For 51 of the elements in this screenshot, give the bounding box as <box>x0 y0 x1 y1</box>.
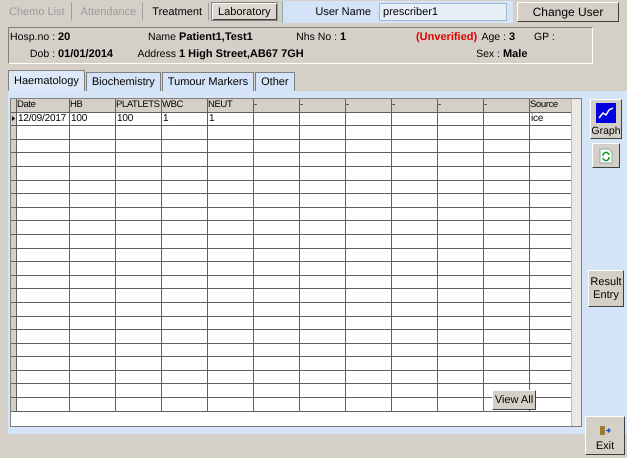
row-header[interactable] <box>11 112 17 126</box>
view-all-button[interactable]: View All <box>492 390 536 410</box>
hosp-no-value: 20 <box>57 31 72 43</box>
column-header: HB <box>70 99 116 112</box>
refresh-icon <box>599 148 613 164</box>
nhs-no-value: 1 <box>339 31 348 43</box>
sex-label: Sex : <box>475 48 500 60</box>
table-cell: 100 <box>70 112 116 126</box>
result-tab[interactable]: Biochemistry <box>86 72 161 91</box>
table-cell: 1 <box>162 112 208 126</box>
hosp-no-label: Hosp.no : <box>9 31 55 43</box>
verification-status: (Unverified) <box>415 31 478 43</box>
result-tab[interactable]: Tumour Markers <box>162 72 254 91</box>
graph-button[interactable]: Graph <box>590 99 622 139</box>
table-cell: 1 <box>208 112 254 126</box>
dob-label: Dob : <box>28 48 55 60</box>
age-value: 3 <box>508 31 516 43</box>
address-value: 1 High Street,AB67 7GH <box>178 48 305 60</box>
address-label: Address <box>136 48 176 60</box>
nhs-no-label: Nhs No : <box>295 31 337 43</box>
column-header: - <box>300 99 346 112</box>
change-user-button[interactable]: Change User <box>517 2 619 22</box>
sex-value: Male <box>502 48 528 60</box>
column-header: - <box>438 99 484 112</box>
column-header: Date <box>17 99 70 112</box>
user-name-field[interactable]: prescriber1 <box>379 3 507 21</box>
patient-name: Patient1,Test1 <box>178 31 254 43</box>
result-entry-button[interactable]: Result Entry <box>588 270 624 307</box>
vertical-scrollbar[interactable] <box>571 99 581 426</box>
column-header: NEUT <box>208 99 254 112</box>
name-label: Name <box>146 31 176 43</box>
column-header: WBC <box>162 99 208 112</box>
column-header: - <box>484 99 530 112</box>
line-chart-icon <box>596 103 616 123</box>
column-header: Source <box>530 99 574 112</box>
gp-label: GP : <box>533 31 556 43</box>
age-label: Age : <box>480 31 506 43</box>
column-header: - <box>392 99 438 112</box>
table-cell: 12/09/2017 <box>17 112 70 126</box>
dob-value: 01/01/2014 <box>57 48 114 60</box>
column-header: - <box>254 99 300 112</box>
result-tab[interactable]: Other <box>255 72 295 91</box>
user-name-label: User Name <box>315 6 371 18</box>
exit-door-icon <box>599 425 611 436</box>
exit-button[interactable]: Exit <box>585 416 625 455</box>
refresh-button[interactable] <box>592 143 620 168</box>
column-header: PLATLETS <box>116 99 162 112</box>
result-tab[interactable]: Haematology <box>8 70 85 91</box>
column-header: - <box>346 99 392 112</box>
top-tab[interactable]: Laboratory <box>211 2 278 21</box>
table-cell: 100 <box>116 112 162 126</box>
